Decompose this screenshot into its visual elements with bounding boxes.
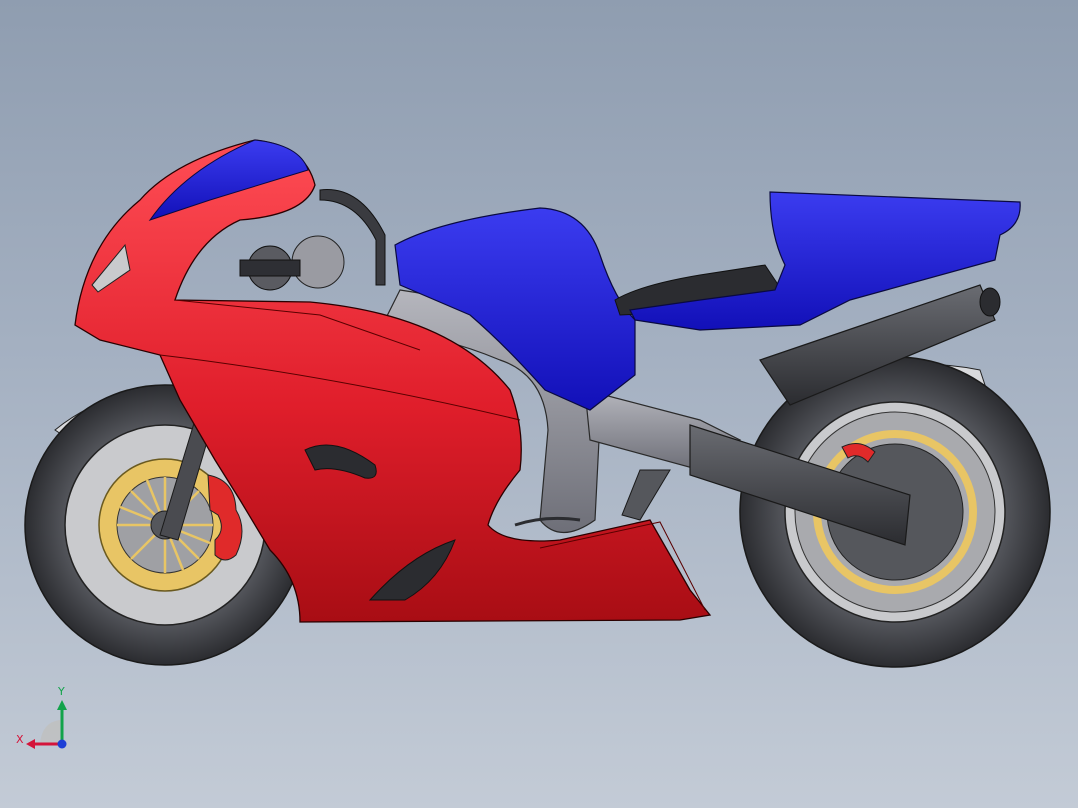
motorcycle-model[interactable]	[0, 0, 1078, 808]
graphics-viewport[interactable]: X Y	[0, 0, 1078, 808]
rear-frame-strut	[621, 469, 671, 521]
axis-y-label: Y	[58, 685, 65, 698]
axis-triad: X Y	[14, 686, 74, 756]
steering-head	[239, 235, 345, 291]
axis-x-label: X	[16, 733, 24, 746]
